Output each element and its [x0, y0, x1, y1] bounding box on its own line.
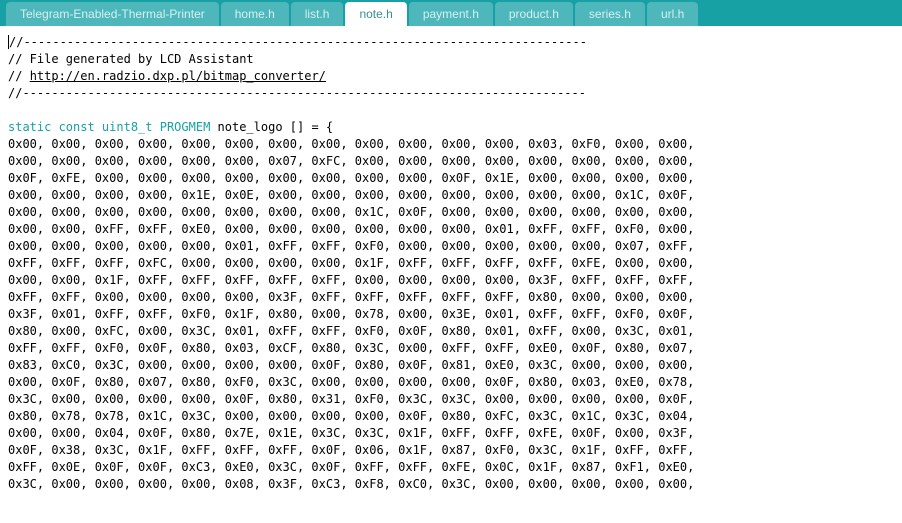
tab-product-h[interactable]: product.h — [495, 2, 573, 26]
byte-array-body: 0x00, 0x00, 0x00, 0x00, 0x00, 0x00, 0x00… — [8, 137, 694, 491]
keyword: static const uint8_t — [8, 120, 153, 134]
tab-note-h[interactable]: note.h — [345, 2, 406, 26]
tab-home-h[interactable]: home.h — [221, 2, 289, 26]
comment-line: //--------------------------------------… — [8, 86, 586, 100]
comment-line: //--------------------------------------… — [9, 35, 587, 49]
keyword: PROGMEM — [153, 120, 211, 134]
tab-bar: Telegram-Enabled-Thermal-Printerhome.hli… — [0, 0, 902, 26]
tab-payment-h[interactable]: payment.h — [409, 2, 493, 26]
comment-line: // — [8, 69, 30, 83]
code-editor[interactable]: //--------------------------------------… — [0, 26, 902, 501]
declaration-rest: note_logo [] = { — [210, 120, 333, 134]
tab-series-h[interactable]: series.h — [575, 2, 645, 26]
comment-link: http://en.radzio.dxp.pl/bitmap_converter… — [30, 69, 326, 83]
comment-line: // File generated by LCD Assistant — [8, 52, 254, 66]
tab-list-h[interactable]: list.h — [291, 2, 344, 26]
tab-telegram-enabled-thermal-printer[interactable]: Telegram-Enabled-Thermal-Printer — [6, 2, 219, 26]
tab-url-h[interactable]: url.h — [647, 2, 698, 26]
